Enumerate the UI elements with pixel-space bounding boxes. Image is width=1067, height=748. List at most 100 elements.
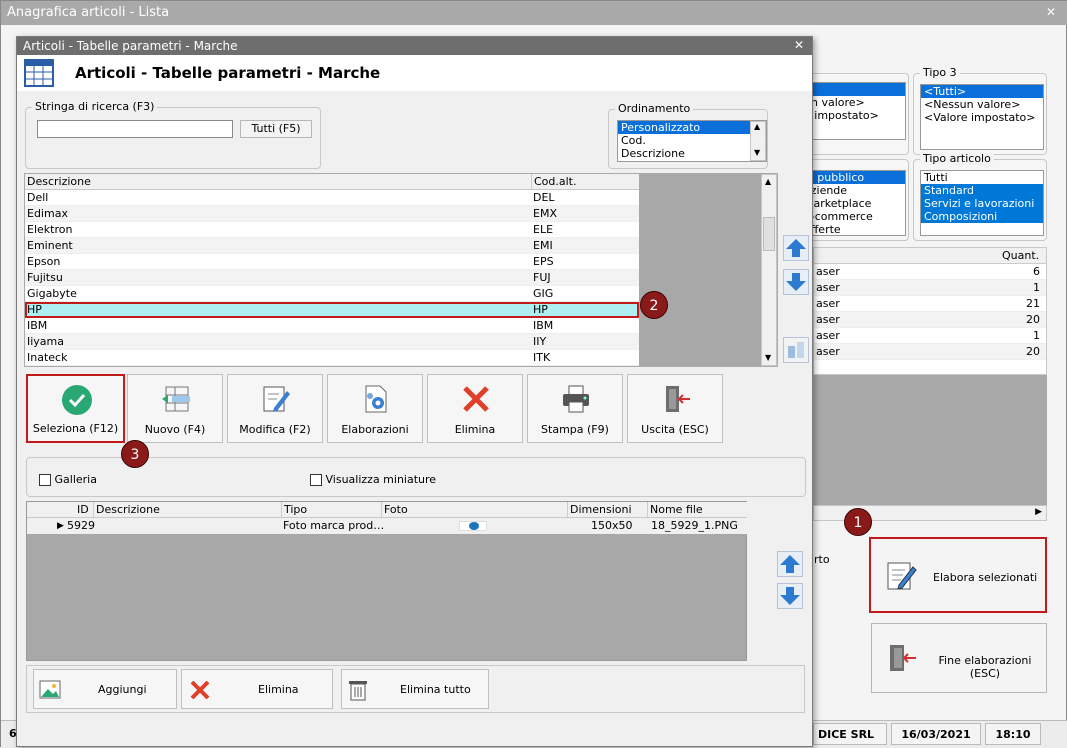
status-date: 16/03/2021 <box>891 723 981 745</box>
file-move-down-button[interactable] <box>777 583 803 609</box>
order-group: Ordinamento Personalizzato Cod. Descrizi… <box>608 102 768 169</box>
aggiungi-button[interactable]: Aggiungi <box>33 669 177 709</box>
brands-scrollbar[interactable]: ▲ ▼ <box>761 174 777 366</box>
elabora-selezionati-button[interactable]: Elabora selezionati <box>869 537 1047 613</box>
stampa-button[interactable]: Stampa (F9) <box>527 374 623 443</box>
elimina-file-button[interactable]: Elimina <box>181 669 333 709</box>
col-cod-alt[interactable]: Cod.alt. <box>531 174 577 189</box>
table-row[interactable]: aser 20 <box>814 312 1046 328</box>
scroll-down-icon: ▼ <box>765 353 772 362</box>
modifica-button[interactable]: Modifica (F2) <box>227 374 323 443</box>
galleria-checkbox[interactable]: Galleria <box>39 473 97 486</box>
row-pointer-icon: ▶ <box>57 521 64 531</box>
table-row[interactable]: Iiyama IIY <box>25 334 639 350</box>
scroll-down-icon: ▼ <box>754 148 761 157</box>
delete-x-icon <box>463 386 489 412</box>
tutti-button[interactable]: Tutti (F5) <box>240 120 312 138</box>
tipo2-list[interactable]: un valore> e impostato> <box>804 82 906 140</box>
move-down-button[interactable] <box>783 269 809 295</box>
hp-logo-thumbnail <box>459 521 487 531</box>
gear-document-icon <box>365 385 387 413</box>
table-row[interactable]: Edimax EMX <box>25 206 639 222</box>
table-row[interactable]: Eminent EMI <box>25 238 639 254</box>
tipo3-legend: Tipo 3 <box>920 66 960 79</box>
close-icon[interactable]: ✕ <box>1046 5 1056 19</box>
table-row[interactable]: IBM IBM <box>25 318 639 334</box>
brands-grid: Descrizione Cod.alt. Dell DEL Edimax EMX Ele… <box>24 173 778 367</box>
fine-elaborazioni-button[interactable]: Fine elaborazioni (ESC) <box>871 623 1047 693</box>
trash-icon <box>349 681 367 701</box>
exit-door-icon <box>666 386 690 412</box>
arrow-down-icon <box>780 587 800 605</box>
refresh-button[interactable] <box>783 337 809 363</box>
table-row[interactable]: Gigabyte GIG <box>25 286 639 302</box>
tipo3-list[interactable]: <Tutti> <Nessun valore> <Valore impostat… <box>920 84 1044 150</box>
scroll-right-icon[interactable]: ▶ <box>1035 507 1042 517</box>
edit-icon <box>263 386 290 412</box>
table-row[interactable]: Epson EPS <box>25 254 639 270</box>
printer-icon <box>563 385 589 413</box>
grid-empty-area <box>813 375 1047 505</box>
file-move-up-button[interactable] <box>777 551 803 577</box>
sort-icon <box>788 342 804 358</box>
search-group: Stringa di ricerca (F3) Tutti (F5) <box>25 100 321 169</box>
table-row[interactable]: Fujitsu FUJ <box>25 270 639 286</box>
check-circle-icon <box>62 385 92 415</box>
miniature-checkbox[interactable]: Visualizza miniature <box>310 473 436 486</box>
move-up-button[interactable] <box>783 235 809 261</box>
table-row[interactable]: HP HP <box>25 302 639 318</box>
arrow-up-icon <box>786 239 806 257</box>
articles-grid: Quant. aser 6 aser 1 aser 21 aser 20 aser 1 aser 20 <box>813 247 1047 375</box>
tipo-articolo-list[interactable]: Tutti Standard Servizi e lavorazioni Com… <box>920 170 1044 236</box>
new-row-icon <box>162 386 190 412</box>
search-input[interactable] <box>37 120 233 138</box>
tipo-articolo-legend: Tipo articolo <box>920 152 994 165</box>
search-legend: Stringa di ricerca (F3) <box>32 100 158 113</box>
table-row[interactable]: aser 21 <box>814 296 1046 312</box>
elimina-button[interactable]: Elimina <box>427 374 523 443</box>
edit-document-icon <box>887 562 917 590</box>
status-time: 18:10 <box>985 723 1041 745</box>
table-row[interactable]: aser 20 <box>814 344 1046 360</box>
step-badge-2: 2 <box>640 291 668 319</box>
add-image-icon <box>39 680 61 699</box>
table-row[interactable]: Elektron ELE <box>25 222 639 238</box>
grid-empty-area <box>639 174 761 366</box>
uscita-button[interactable]: Uscita (ESC) <box>627 374 723 443</box>
main-window-title: Anagrafica articoli - Lista <box>1 1 1067 25</box>
order-scrollbar[interactable]: ▲ ▼ <box>750 121 766 161</box>
status-company: DICE SRL <box>813 723 887 745</box>
table-row[interactable]: aser 6 <box>814 264 1046 280</box>
table-row[interactable]: ▶ 5929 Foto marca prod… 150x50 18_5929_1… <box>27 518 747 534</box>
dialog-heading: Articoli - Tabelle parametri - Marche <box>75 64 381 82</box>
seleziona-button[interactable]: Seleziona (F12) <box>26 374 125 443</box>
step-badge-1: 1 <box>844 508 872 536</box>
delete-x-icon <box>190 680 210 700</box>
dialog-close-icon[interactable]: ✕ <box>794 38 804 52</box>
files-grid-header: ID Descrizione Tipo Foto Dimensioni Nome… <box>27 502 747 518</box>
canali-list[interactable]: al pubblico aziende Marketplace e-commer… <box>804 170 906 236</box>
tipo3-group: Tipo 3 <Tutti> <Nessun valore> <Valore i… <box>913 66 1047 155</box>
nuovo-button[interactable]: Nuovo (F4) <box>127 374 223 443</box>
step-badge-3: 3 <box>121 440 149 468</box>
dialog-header: Articoli - Tabelle parametri - Marche <box>17 55 812 91</box>
scroll-thumb[interactable] <box>763 217 775 251</box>
col-descrizione[interactable]: Descrizione <box>27 174 91 189</box>
scroll-up-icon: ▲ <box>765 177 772 186</box>
elimina-tutto-button[interactable]: Elimina tutto <box>341 669 489 709</box>
table-row[interactable]: aser 1 <box>814 280 1046 296</box>
scroll-up-icon: ▲ <box>754 122 761 131</box>
tipo-articolo-group: Tipo articolo Tutti Standard Servizi e l… <box>913 152 1047 241</box>
table-row[interactable]: Inateck ITK <box>25 350 639 366</box>
partial-label: rto <box>814 553 830 566</box>
elaborazioni-button[interactable]: Elaborazioni <box>327 374 423 443</box>
order-list[interactable]: Personalizzato Cod. Descrizione ▲ ▼ <box>617 120 767 162</box>
arrow-down-icon <box>786 273 806 291</box>
table-row[interactable]: aser 1 <box>814 328 1046 344</box>
table-icon <box>24 59 54 87</box>
arrow-up-icon <box>780 555 800 573</box>
marche-dialog: Articoli - Tabelle parametri - Marche ✕ … <box>16 36 813 747</box>
order-legend: Ordinamento <box>615 102 694 115</box>
quant-header: Quant. <box>1002 249 1040 262</box>
table-row[interactable]: Dell DEL <box>25 190 639 206</box>
